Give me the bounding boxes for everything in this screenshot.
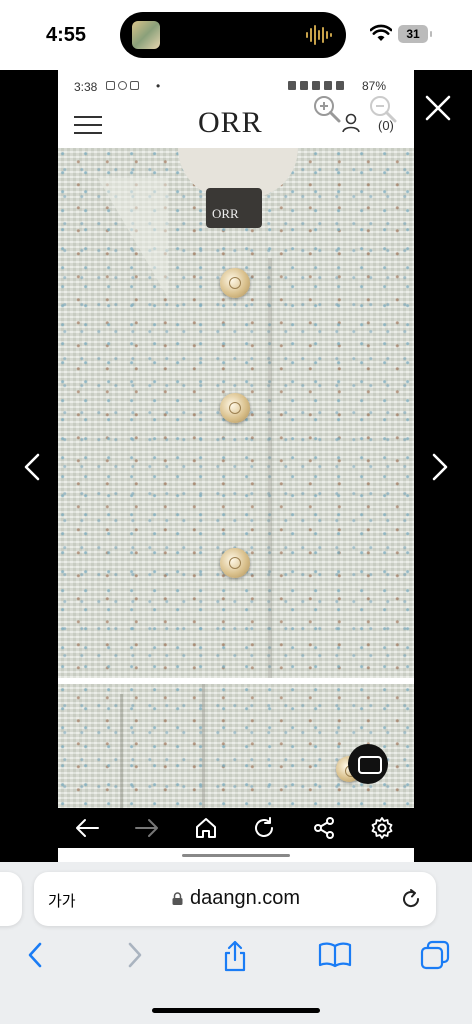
screenshot-image: 3:38 • 87% ORR (0) ORR xyxy=(58,70,414,862)
jacket-button xyxy=(220,393,250,423)
bookmarks-icon[interactable] xyxy=(318,940,352,968)
chevron-right-icon[interactable] xyxy=(428,452,452,482)
share-icon[interactable] xyxy=(312,816,336,840)
ios-status-bar: 4:55 31 xyxy=(0,0,472,70)
cart-count[interactable]: (0) xyxy=(378,118,394,133)
status-time: 4:55 xyxy=(46,24,87,46)
notification-icons xyxy=(106,81,139,90)
address-bar[interactable]: 가가 daangn.com xyxy=(34,872,436,926)
android-time: 3:38 xyxy=(74,80,98,94)
screen: 4:55 31 3:38 • 87% ORR (0) ORR 가가 daangn… xyxy=(0,0,472,1024)
inner-label-text: ORR xyxy=(212,206,239,221)
chevron-right-icon[interactable] xyxy=(124,940,146,970)
front-placket xyxy=(268,258,272,678)
dynamic-island[interactable] xyxy=(120,12,346,58)
url-text[interactable]: daangn.com xyxy=(190,887,300,910)
forward-arrow-icon[interactable] xyxy=(134,816,160,840)
battery-icon: 31 xyxy=(398,25,428,43)
safari-toolbar-area: 가가 daangn.com xyxy=(0,862,472,1024)
hamburger-menu-icon[interactable] xyxy=(74,116,102,134)
jacket-button xyxy=(220,268,250,298)
reload-icon[interactable] xyxy=(400,888,422,910)
wifi-icon xyxy=(370,24,392,41)
product-photo-jacket-top[interactable]: ORR xyxy=(58,148,414,678)
refresh-icon[interactable] xyxy=(252,816,276,840)
audio-waveform-icon xyxy=(306,24,332,46)
text-size-button[interactable]: 가가 xyxy=(48,890,76,911)
chevron-left-icon[interactable] xyxy=(24,940,46,970)
brand-logo[interactable]: ORR xyxy=(198,106,263,140)
jacket-button xyxy=(220,548,250,578)
browser-nav-bar xyxy=(58,808,414,848)
safari-bottom-toolbar xyxy=(0,940,472,980)
android-status-bar: 3:38 • 87% xyxy=(58,70,414,104)
chevron-left-icon[interactable] xyxy=(20,452,44,482)
ios-home-indicator xyxy=(152,1008,320,1013)
android-home-indicator xyxy=(182,854,290,857)
home-icon[interactable] xyxy=(194,816,218,840)
collar-left xyxy=(98,178,168,298)
zoom-in-icon[interactable] xyxy=(312,94,342,124)
system-icons xyxy=(288,81,344,90)
back-arrow-icon[interactable] xyxy=(74,816,100,840)
chat-button[interactable] xyxy=(348,744,388,784)
close-icon[interactable] xyxy=(424,94,452,122)
previous-tab-pill[interactable] xyxy=(0,872,22,926)
site-header: ORR (0) xyxy=(58,96,414,148)
now-playing-thumbnail xyxy=(132,21,160,49)
settings-icon[interactable] xyxy=(370,816,394,840)
share-icon[interactable] xyxy=(222,940,248,972)
tabs-icon[interactable] xyxy=(420,940,450,970)
notification-dot: • xyxy=(156,79,161,93)
lock-icon xyxy=(172,892,183,905)
android-battery: 87% xyxy=(362,79,387,93)
battery-tip xyxy=(430,31,432,37)
user-icon[interactable] xyxy=(340,112,362,134)
